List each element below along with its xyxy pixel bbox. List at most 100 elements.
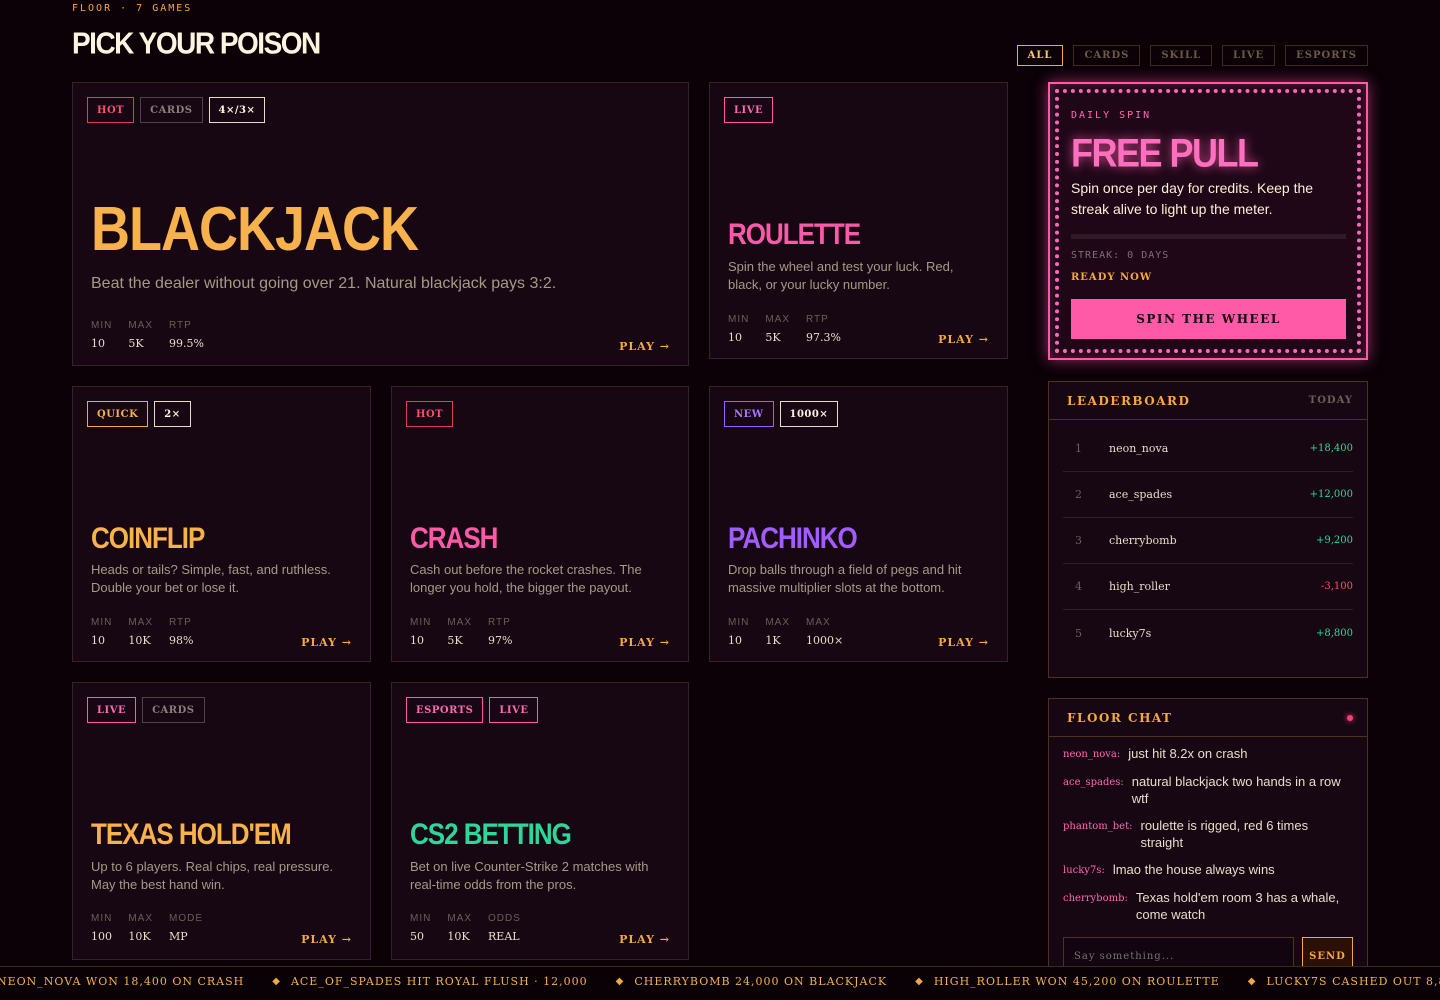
- game-card-pachinko[interactable]: NEW 1000× PACHINKO Drop balls through a …: [709, 386, 1008, 662]
- diamond-icon: ◆: [615, 976, 625, 987]
- leaderboard-period[interactable]: TODAY: [1309, 395, 1353, 406]
- ticker-item: ◆ CHERRYBOMB 24,000 ON BLACKJACK: [615, 975, 888, 988]
- stat-rtp: RTP 97%: [488, 617, 513, 647]
- page-eyebrow: FLOOR · 7 GAMES: [72, 3, 193, 14]
- chat-message: ace_spades: natural blackjack two hands i…: [1063, 774, 1341, 806]
- stat-max: MAX 10K: [128, 913, 154, 943]
- ticker-item: ◆ ACE_OF_SPADES HIT ROYAL FLUSH · 12,000: [272, 975, 588, 988]
- leaderboard-title: LEADERBOARD: [1067, 393, 1191, 408]
- game-card-roulette[interactable]: LIVE ROULETTE Spin the wheel and test yo…: [709, 82, 1008, 359]
- leaderboard-row: 2 ace_spades +12,000: [1063, 472, 1353, 518]
- tag-hot: HOT: [406, 401, 454, 427]
- chat-message: lucky7s: lmao the house always wins: [1063, 862, 1275, 877]
- stat-rtp: RTP 98%: [169, 617, 194, 647]
- chat-message: phantom_bet: roulette is rigged, red 6 ti…: [1063, 818, 1309, 850]
- leaderboard-row: 1 neon_nova +18,400: [1063, 426, 1353, 472]
- play-button[interactable]: PLAY →: [619, 340, 670, 353]
- streak-count: STREAK: 0 DAYS: [1071, 250, 1170, 261]
- game-description: Drop balls through a field of pegs and h…: [728, 562, 962, 595]
- filter-cards[interactable]: CARDS: [1073, 45, 1141, 66]
- play-button[interactable]: PLAY →: [301, 636, 352, 649]
- stat-mode: MODE MP: [169, 913, 204, 943]
- ticker-item: ◆LUCKY7S CASHED OUT 8,800: [1247, 975, 1440, 988]
- chat-message: cherrybomb: Texas hold'em room 3 has a wh…: [1063, 890, 1340, 922]
- game-description: Beat the dealer without going over 21. N…: [91, 275, 557, 292]
- play-button[interactable]: PLAY →: [619, 636, 670, 649]
- win-ticker: NEON_NOVA WON 18,400 ON CRASH ◆ ACE_OF_SP…: [0, 966, 1440, 1000]
- diamond-icon: ◆: [915, 976, 924, 987]
- ready-status: READY NOW: [1071, 272, 1153, 283]
- stat-max: MAX 10K: [128, 617, 154, 647]
- game-description: Bet on live Counter-Strike 2 matches wit…: [410, 859, 649, 892]
- tag-multiplier: 1000×: [779, 401, 839, 427]
- leaderboard-row: 3 cherrybomb +9,200: [1063, 518, 1353, 564]
- tag-live: LIVE: [489, 697, 539, 723]
- play-button[interactable]: PLAY →: [619, 933, 670, 946]
- stat-max: MAX 5K: [128, 320, 154, 350]
- tag-esports: ESPORTS: [406, 697, 484, 723]
- stat-max: MAX 1K: [765, 617, 791, 647]
- chat-message: neon_nova: just hit 8.2x on crash: [1063, 746, 1248, 761]
- tag-live: LIVE: [724, 97, 774, 123]
- diamond-icon: ◆: [272, 976, 281, 987]
- stat-min: MIN 10: [728, 314, 750, 344]
- leaderboard-row: 4 high_roller -3,100: [1063, 564, 1353, 610]
- game-description: Cash out before the rocket crashes. The …: [410, 562, 642, 595]
- game-title: COINFLIP: [91, 520, 205, 555]
- stat-rtp: RTP 97.3%: [806, 314, 841, 344]
- stat-min: MIN 10: [91, 617, 113, 647]
- stat-rtp: RTP 99.5%: [169, 320, 204, 350]
- game-card-coinflip[interactable]: QUICK 2× COINFLIP Heads or tails? Simple…: [72, 386, 371, 662]
- stat-max: MAX 5K: [447, 617, 473, 647]
- stat-min: MIN 10: [91, 320, 113, 350]
- play-button[interactable]: PLAY →: [938, 636, 989, 649]
- filter-bar: ALL CARDS SKILL LIVE ESPORTS: [1016, 45, 1368, 66]
- stat-min: MIN 10: [410, 617, 432, 647]
- game-title: ROULETTE: [728, 216, 861, 251]
- tag-new: NEW: [724, 401, 774, 427]
- tag-multiplier: 2×: [154, 401, 191, 427]
- ticker-item: ◆ HIGH_ROLLER WON 45,200 ON ROULETTE: [915, 975, 1220, 988]
- daily-spin-title: FREE PULL: [1071, 130, 1259, 176]
- stat-odds: ODDS REAL: [488, 913, 521, 943]
- tag-cards: CARDS: [142, 697, 205, 723]
- tag-multiplier: 4×/3×: [208, 97, 266, 123]
- stat-min: MIN 100: [91, 913, 113, 943]
- stat-max: MAX 5K: [765, 314, 791, 344]
- daily-spin-panel: DAILY SPIN FREE PULL Spin once per day f…: [1048, 82, 1368, 360]
- game-description: Heads or tails? Simple, fast, and ruthle…: [91, 562, 331, 595]
- filter-live[interactable]: LIVE: [1222, 45, 1276, 66]
- play-button[interactable]: PLAY →: [938, 333, 989, 346]
- game-description: Spin the wheel and test your luck. Red, …: [728, 259, 954, 292]
- spin-the-wheel-button[interactable]: SPIN THE WHEEL: [1071, 299, 1346, 339]
- game-card-crash[interactable]: HOT CRASH Cash out before the rocket cra…: [391, 386, 689, 662]
- ticker-item: NEON_NOVA WON 18,400 ON CRASH: [0, 975, 245, 988]
- daily-spin-eyebrow: DAILY SPIN: [1071, 110, 1152, 121]
- play-button[interactable]: PLAY →: [301, 933, 352, 946]
- game-title: BLACKJACK: [91, 194, 419, 264]
- diamond-icon: ◆: [1247, 976, 1257, 987]
- leaderboard-panel: LEADERBOARD TODAY 1 neon_nova +18,400 2 …: [1048, 381, 1368, 678]
- tag-quick: QUICK: [87, 401, 149, 427]
- tag-hot: HOT: [87, 97, 135, 123]
- filter-all[interactable]: ALL: [1016, 45, 1064, 66]
- filter-esports[interactable]: ESPORTS: [1285, 45, 1368, 66]
- game-card-holdem[interactable]: LIVE CARDS TEXAS HOLD'EM Up to 6 players…: [72, 682, 371, 960]
- page-title: PICK YOUR POISON: [72, 26, 321, 61]
- tag-live: LIVE: [87, 697, 137, 723]
- game-title: CRASH: [410, 520, 498, 555]
- game-title: TEXAS HOLD'EM: [91, 816, 292, 851]
- live-indicator-icon: [1347, 714, 1353, 721]
- game-description: Up to 6 players. Real chips, real pressu…: [91, 859, 334, 892]
- leaderboard-row: 5 lucky7s +8,800: [1075, 626, 1353, 640]
- chat-title: FLOOR CHAT: [1067, 710, 1173, 725]
- game-card-cs2[interactable]: ESPORTS LIVE CS2 BETTING Bet on live Cou…: [391, 682, 689, 960]
- stat-min: MIN 10: [728, 617, 750, 647]
- stat-max-multiplier: MAX 1000×: [806, 617, 844, 647]
- stat-min: MIN 50: [410, 913, 432, 943]
- streak-meter: [1071, 234, 1346, 239]
- filter-skill[interactable]: SKILL: [1150, 45, 1213, 66]
- game-card-blackjack[interactable]: HOT CARDS 4×/3× BLACKJACK Beat the deale…: [72, 82, 689, 366]
- game-title: PACHINKO: [728, 520, 858, 555]
- floor-chat-panel: FLOOR CHAT neon_nova: just hit 8.2x on cr…: [1048, 698, 1368, 988]
